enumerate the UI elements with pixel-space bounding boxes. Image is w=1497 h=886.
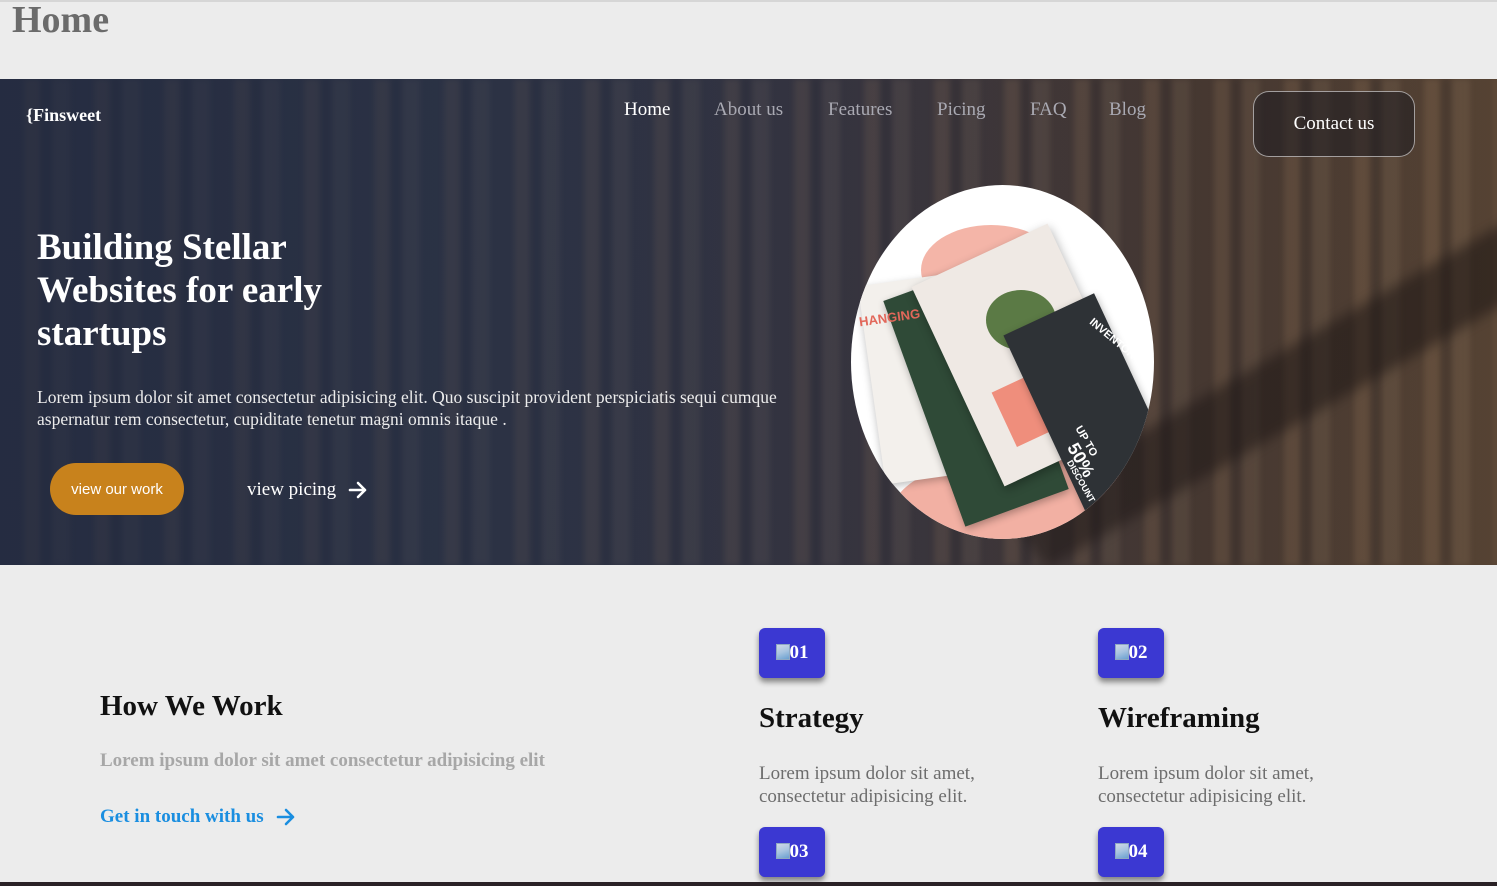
view-picing-link[interactable]: view picing [247,479,368,501]
how-we-work-subtitle: Lorem ipsum dolor sit amet consectetur a… [100,750,545,771]
step-number: 01 [789,642,809,663]
step-number: 03 [789,841,809,862]
nav-home[interactable]: Home [624,99,670,121]
how-we-work-title: How We Work [100,690,283,722]
get-in-touch-link[interactable]: Get in touch with us [100,806,296,828]
step-description: Lorem ipsum dolor sit amet, consectetur … [759,763,975,807]
get-in-touch-label: Get in touch with us [100,806,264,827]
arrow-right-icon [348,481,367,499]
step-badge-01: 01 [759,628,825,678]
nav-about-us[interactable]: About us [714,99,783,121]
broken-image-icon [1114,843,1129,859]
nav-faq[interactable]: FAQ [1030,99,1067,121]
view-picing-label: view picing [247,479,337,500]
view-our-work-button[interactable]: view our work [50,463,184,515]
hero-title: Building Stellar Websites for early star… [37,227,322,354]
page-title: Home [12,0,110,41]
broken-image-icon [775,644,790,660]
step-description: Lorem ipsum dolor sit amet, consectetur … [1098,763,1314,807]
step-badge-02: 02 [1098,628,1164,678]
brand-logo[interactable]: {Finsweet [26,105,101,126]
step-badge-03: 03 [759,827,825,877]
nav-blog[interactable]: Blog [1109,99,1146,121]
nav-picing[interactable]: Picing [937,99,986,121]
step-title-strategy: Strategy [759,702,864,734]
arrow-right-icon [276,808,294,826]
hero-description: Lorem ipsum dolor sit amet consectetur a… [37,387,777,429]
step-number: 02 [1128,642,1148,663]
hero-magazine-image: HANGING INVENTORY UP TO 50% DISCOUNT [851,185,1154,539]
step-title-wireframing: Wireframing [1098,702,1260,734]
broken-image-icon [1114,644,1129,660]
top-border [0,0,1497,2]
step-badge-04: 04 [1098,827,1164,877]
broken-image-icon [775,843,790,859]
nav-features[interactable]: Features [828,99,892,121]
contact-us-button[interactable]: Contact us [1253,91,1415,157]
step-number: 04 [1128,841,1148,862]
bottom-edge [0,882,1497,886]
